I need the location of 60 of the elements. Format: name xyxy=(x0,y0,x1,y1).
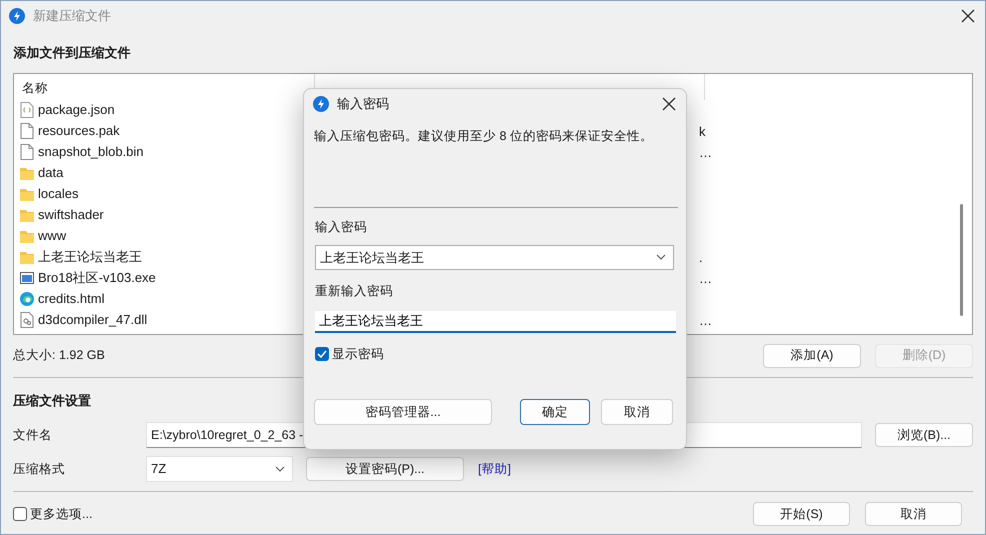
column-header[interactable]: 名称 xyxy=(14,74,315,100)
file-name[interactable]: credits.html xyxy=(38,289,104,309)
folder-icon xyxy=(20,165,34,181)
field-label: 压缩格式 xyxy=(13,460,66,478)
app-icon xyxy=(313,96,329,112)
gear-file-icon xyxy=(20,312,34,328)
check-icon xyxy=(317,350,327,358)
scrollbar-thumb[interactable] xyxy=(960,204,963,316)
checkbox-label[interactable]: 更多选项... xyxy=(30,504,92,524)
file-name[interactable]: snapshot_blob.bin xyxy=(38,142,144,162)
browse-button[interactable]: 浏览(B)... xyxy=(875,423,973,447)
section-heading: 压缩文件设置 xyxy=(12,392,92,410)
field-label: 重新输入密码 xyxy=(314,282,394,300)
file-name[interactable]: Bro18社区-v103.exe xyxy=(38,268,156,288)
field-label: 文件名 xyxy=(13,426,53,444)
folder-icon xyxy=(20,249,34,265)
browser-icon xyxy=(20,291,34,307)
file-name[interactable]: 上老王论坛当老王 xyxy=(38,247,142,267)
folder-icon xyxy=(20,207,34,223)
set-password-button[interactable]: 设置密码(P)... xyxy=(306,457,464,481)
file-icon xyxy=(20,144,34,160)
file-name[interactable]: d3dcompiler_47.dll xyxy=(38,310,148,330)
chevron-down-icon xyxy=(274,466,285,472)
dialog-message: 输入压缩包密码。建议使用至少 8 位的密码来保证安全性。 xyxy=(313,128,654,145)
file-path: k xyxy=(699,124,706,138)
file-name[interactable]: package.json xyxy=(38,100,115,120)
file-name[interactable]: resources.pak xyxy=(38,121,120,141)
format-dropdown[interactable]: 7Z xyxy=(146,456,293,482)
password-dropdown[interactable]: 上老王论坛当老王 xyxy=(315,244,674,270)
file-name[interactable]: data xyxy=(38,163,64,183)
file-path: … xyxy=(699,270,712,286)
add-button[interactable]: 添加(A) xyxy=(763,344,861,368)
section-heading: 添加文件到压缩文件 xyxy=(12,44,132,62)
application-icon xyxy=(20,270,34,286)
folder-icon xyxy=(20,186,34,202)
json-file-icon xyxy=(20,102,34,118)
password-manager-button[interactable]: 密码管理器... xyxy=(314,399,492,426)
chevron-down-icon xyxy=(656,254,666,260)
show-password-checkbox[interactable] xyxy=(315,346,329,361)
dialog-title: 输入密码 xyxy=(337,95,389,114)
file-name[interactable]: locales xyxy=(38,184,78,204)
confirm-password-field[interactable]: 上老王论坛当老王 xyxy=(315,310,676,332)
window-title: 新建压缩文件 xyxy=(33,7,111,26)
ok-button[interactable]: 确定 xyxy=(520,399,590,426)
file-icon xyxy=(20,123,34,139)
file-name[interactable]: www xyxy=(38,226,66,246)
checkbox-label[interactable]: 显示密码 xyxy=(332,344,384,364)
help-link[interactable]: [帮助] xyxy=(478,460,511,478)
cancel-button[interactable]: 取消 xyxy=(865,502,962,526)
more-options-checkbox[interactable] xyxy=(13,507,27,521)
folder-icon xyxy=(20,228,34,244)
file-path: . xyxy=(699,250,703,264)
start-button[interactable]: 开始(S) xyxy=(753,502,850,526)
field-label: 输入密码 xyxy=(314,219,368,236)
file-name[interactable]: swiftshader xyxy=(38,205,104,225)
cancel-button[interactable]: 取消 xyxy=(601,399,673,426)
file-path: … xyxy=(699,144,712,160)
file-path: … xyxy=(699,312,712,328)
app-icon xyxy=(9,8,25,24)
total-size: 总大小: 1.92 GB xyxy=(13,347,105,364)
